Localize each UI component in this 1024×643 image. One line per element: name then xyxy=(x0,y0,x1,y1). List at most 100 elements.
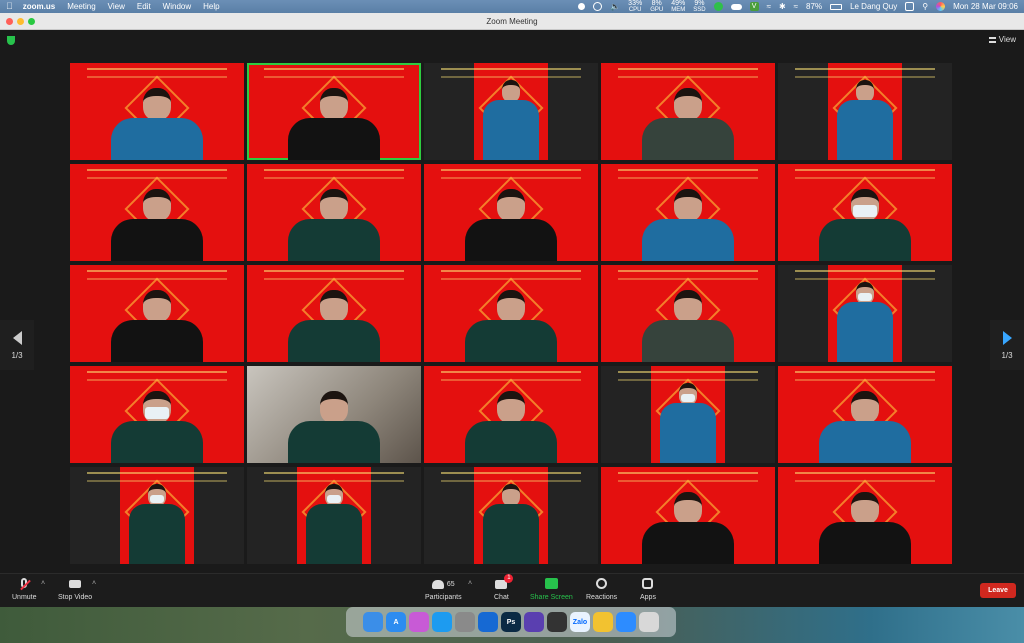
close-window-icon[interactable] xyxy=(6,18,13,25)
page-indicator-left: 1/3 xyxy=(11,350,23,360)
imovie-icon[interactable] xyxy=(524,612,544,632)
stop-video-label: Stop Video xyxy=(58,594,93,601)
participant-video-tile[interactable] xyxy=(601,467,775,564)
gpu-stat[interactable]: 8% GPU xyxy=(650,0,664,13)
participant-video-tile[interactable] xyxy=(601,366,775,463)
participant-video-tile[interactable] xyxy=(70,265,244,362)
volume-icon[interactable]: 🔈 xyxy=(610,0,620,13)
previous-page-button[interactable]: 1/3 xyxy=(0,320,34,370)
audio-options-caret-icon[interactable]: ˄ xyxy=(41,580,45,587)
unmute-button[interactable]: Unmute xyxy=(12,578,37,601)
chrome-icon[interactable] xyxy=(593,612,613,632)
bluetooth-icon[interactable]: ✱ xyxy=(779,0,786,13)
participant-video-tile[interactable] xyxy=(778,467,952,564)
participant-video-tile[interactable] xyxy=(247,265,421,362)
battery-icon[interactable] xyxy=(830,3,843,10)
participant-video-tile[interactable] xyxy=(247,366,421,463)
wifi-icon[interactable]: ≈ xyxy=(794,0,798,13)
participant-head xyxy=(320,290,348,322)
next-page-button[interactable]: 1/3 xyxy=(990,320,1024,370)
participant-video-tile[interactable] xyxy=(601,164,775,261)
participants-label: Participants xyxy=(425,594,462,601)
participant-uniform xyxy=(642,118,734,160)
menu-window[interactable]: Window xyxy=(163,0,191,13)
whatsapp-tray-icon[interactable] xyxy=(713,2,723,11)
share-screen-icon xyxy=(545,578,559,590)
participant-uniform xyxy=(288,421,380,463)
view-button[interactable]: View xyxy=(988,35,1016,44)
trash-icon[interactable] xyxy=(639,612,659,632)
participant-video-tile[interactable] xyxy=(424,63,598,160)
participant-video-tile[interactable] xyxy=(601,63,775,160)
stop-video-button[interactable]: Stop Video xyxy=(58,578,92,601)
finder-icon[interactable] xyxy=(363,612,383,632)
share-screen-button[interactable]: Share Screen xyxy=(530,578,573,601)
participant-video-tile[interactable] xyxy=(247,164,421,261)
siri-icon[interactable] xyxy=(936,2,946,11)
face-mask xyxy=(145,407,169,419)
wifi-off-icon[interactable]: ≈ xyxy=(767,0,771,13)
apple-menu-icon[interactable]:  xyxy=(6,0,13,13)
window-titlebar: Zoom Meeting xyxy=(0,13,1024,30)
zalo-icon[interactable]: Zalo xyxy=(570,612,590,632)
participant-video-tile[interactable] xyxy=(70,164,244,261)
control-center-icon[interactable] xyxy=(905,2,915,11)
participant-video-tile[interactable] xyxy=(424,467,598,564)
safari-icon[interactable] xyxy=(432,612,452,632)
mem-stat[interactable]: 49% MEM xyxy=(671,0,685,13)
participant-video-tile[interactable] xyxy=(247,467,421,564)
participant-uniform xyxy=(465,320,557,362)
system-preferences-icon[interactable] xyxy=(455,612,475,632)
participant-video-tile[interactable] xyxy=(778,366,952,463)
photoshop-icon[interactable]: Ps xyxy=(501,612,521,632)
participant-video-tile[interactable] xyxy=(424,265,598,362)
participant-figure xyxy=(837,80,893,160)
chat-button[interactable]: 1 Chat xyxy=(494,574,514,601)
participant-head xyxy=(497,189,525,221)
participant-video-tile[interactable] xyxy=(247,63,421,160)
teamviewer-icon[interactable] xyxy=(478,612,498,632)
participant-figure xyxy=(288,391,380,463)
app-store-icon[interactable]: A xyxy=(386,612,406,632)
gpu-label: GPU xyxy=(650,6,664,13)
apps-button[interactable]: Apps xyxy=(640,578,656,601)
encryption-shield-icon[interactable] xyxy=(7,36,15,45)
zoom-tray-icon[interactable] xyxy=(578,3,586,10)
participant-video-tile[interactable] xyxy=(778,164,952,261)
participant-video-tile[interactable] xyxy=(424,366,598,463)
participant-video-tile[interactable] xyxy=(778,63,952,160)
participant-figure xyxy=(111,290,203,362)
minimize-window-icon[interactable] xyxy=(17,18,24,25)
participants-button[interactable]: 65 Participants xyxy=(425,578,462,601)
ssd-stat[interactable]: 9% SSD xyxy=(693,0,705,13)
participants-caret-icon[interactable]: ˄ xyxy=(468,580,472,587)
participant-video-tile[interactable] xyxy=(70,366,244,463)
chat-unread-badge: 1 xyxy=(504,574,514,583)
leave-button[interactable]: Leave xyxy=(980,583,1016,598)
menu-edit[interactable]: Edit xyxy=(137,0,151,13)
search-icon[interactable]: ⚲ xyxy=(922,0,928,13)
davinci-icon[interactable] xyxy=(547,612,567,632)
vpn-icon[interactable]: V xyxy=(749,2,759,11)
reactions-button[interactable]: Reactions xyxy=(586,578,617,601)
cloud-icon[interactable] xyxy=(730,3,742,10)
maximize-window-icon[interactable] xyxy=(28,18,35,25)
app-menu-zoom[interactable]: zoom.us xyxy=(23,0,55,13)
participant-head xyxy=(143,290,171,322)
user-name[interactable]: Le Dang Quy xyxy=(850,0,897,13)
participant-video-tile[interactable] xyxy=(778,265,952,362)
cpu-stat[interactable]: 33% CPU xyxy=(628,0,642,13)
participant-head xyxy=(851,391,879,423)
participant-video-tile[interactable] xyxy=(70,63,244,160)
participant-video-tile[interactable] xyxy=(424,164,598,261)
screen-record-icon[interactable] xyxy=(593,2,603,11)
menu-help[interactable]: Help xyxy=(203,0,219,13)
video-options-caret-icon[interactable]: ˄ xyxy=(92,580,96,587)
clock[interactable]: Mon 28 Mar 09:06 xyxy=(953,0,1018,13)
participant-video-tile[interactable] xyxy=(601,265,775,362)
launchpad-icon[interactable] xyxy=(409,612,429,632)
menu-meeting[interactable]: Meeting xyxy=(67,0,95,13)
participant-video-tile[interactable] xyxy=(70,467,244,564)
zoom-icon[interactable] xyxy=(616,612,636,632)
menu-view[interactable]: View xyxy=(108,0,125,13)
